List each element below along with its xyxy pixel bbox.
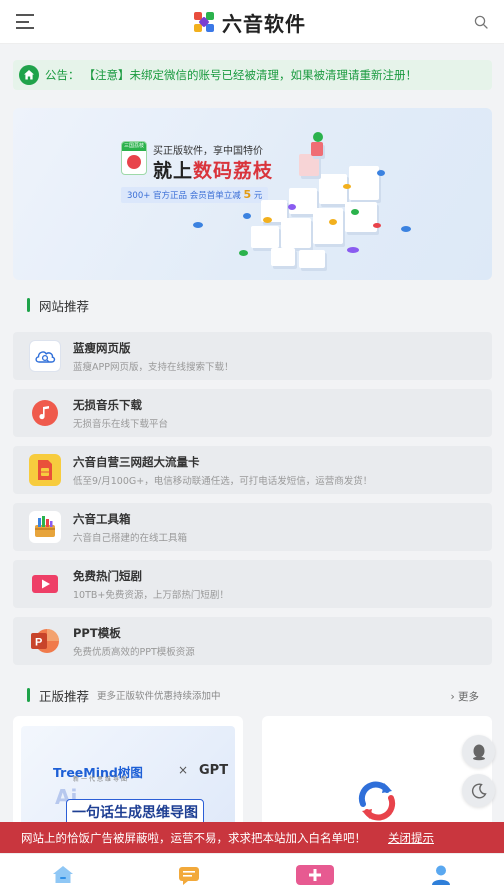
announcement-text: 【注意】未绑定微信的账号已经被清理，如果被清理请重新注册！ xyxy=(83,68,418,82)
user-icon xyxy=(432,865,450,885)
list-item[interactable]: 无损音乐下载 无损音乐在线下载平台 xyxy=(13,389,492,437)
item-title: 蓝瘦网页版 xyxy=(73,341,131,355)
toolbox-icon xyxy=(29,511,61,543)
home-icon xyxy=(53,866,73,883)
treemind-slogan: 新一代思维导图 xyxy=(73,776,130,783)
section-title: 正版推荐 xyxy=(39,688,90,704)
banner-subtitle: 买正版软件，享中国特价 xyxy=(153,146,263,157)
item-desc: 10TB+免费资源，上万部热门短剧！ xyxy=(73,590,229,601)
product-card[interactable] xyxy=(262,716,492,836)
home-icon xyxy=(19,65,39,85)
item-title: 无损音乐下载 xyxy=(73,398,142,412)
theme-toggle-button[interactable] xyxy=(462,774,495,807)
qq-icon xyxy=(472,744,485,760)
banner-headline: 就上数码荔枝 xyxy=(153,160,274,182)
list-item[interactable]: 六音工具箱 六音自己搭建的在线工具箱 xyxy=(13,503,492,551)
top-header: 六音软件 xyxy=(0,0,504,44)
list-item[interactable]: 蓝瘦网页版 蓝瘦APP网页版，支持在线搜索下载！ xyxy=(13,332,492,380)
item-title: 免费热门短剧 xyxy=(73,569,142,583)
announcement-label: 公告： xyxy=(45,68,80,82)
item-title: 六音工具箱 xyxy=(73,512,131,526)
item-title: 六音自营三网超大流量卡 xyxy=(73,455,200,469)
more-link[interactable]: › 更多 xyxy=(450,689,479,704)
nav-add[interactable] xyxy=(295,864,335,886)
announcement-bar[interactable]: 公告： 【注意】未绑定微信的账号已经被清理，如果被清理请重新注册！ xyxy=(13,60,492,90)
list-item[interactable]: P PPT模板 免费优质高效的PPT模板资源 xyxy=(13,617,492,665)
hamburger-icon[interactable] xyxy=(16,14,34,29)
nav-user[interactable] xyxy=(428,864,454,886)
add-icon xyxy=(296,865,334,885)
close-tip-link[interactable]: 关闭提示 xyxy=(388,830,434,846)
search-icon[interactable] xyxy=(474,15,488,29)
treemind-promo-image: TreeMind树图 新一代思维导图 × GPT Ai 一句话生成思维导图 xyxy=(21,726,235,836)
list-item[interactable]: 免费热门短剧 10TB+免费资源，上万部热门短剧！ xyxy=(13,560,492,608)
logo-mark-icon xyxy=(194,12,214,32)
gpt-label: GPT xyxy=(199,763,229,778)
product-card[interactable]: TreeMind树图 新一代思维导图 × GPT Ai 一句话生成思维导图 xyxy=(13,716,243,836)
item-desc: 蓝瘦APP网页版，支持在线搜索下载！ xyxy=(73,362,234,373)
adblock-message: 网站上的恰饭广告被屏蔽啦，运营不易，求求把本站加入白名单吧！ xyxy=(21,830,366,845)
item-title: PPT模板 xyxy=(73,626,121,640)
chevron-right-icon: › xyxy=(450,691,455,703)
cloud-search-icon xyxy=(29,340,61,372)
section-heading-genuine: 正版推荐 更多正版软件优惠持续添加中 xyxy=(27,687,221,704)
bottom-nav xyxy=(0,853,504,896)
lychee-app-icon: 三国荔枝 xyxy=(121,141,147,175)
nav-home[interactable] xyxy=(50,864,76,886)
music-note-icon xyxy=(29,397,61,429)
item-desc: 六音自己搭建的在线工具箱 xyxy=(73,533,188,544)
site-logo[interactable]: 六音软件 xyxy=(194,9,306,36)
powerpoint-icon: P xyxy=(29,625,61,657)
section-subtitle: 更多正版软件优惠持续添加中 xyxy=(97,691,221,702)
item-desc: 低至9/月100G+，电信移动联通任选，可打电话发短信，运营商发货！ xyxy=(73,476,373,487)
banner-tag: 300+ 官方正品 会员首单立减 5 元 xyxy=(121,187,269,203)
section-title: 网站推荐 xyxy=(39,298,90,314)
item-desc: 免费优质高效的PPT模板资源 xyxy=(73,647,195,658)
sim-card-icon xyxy=(29,454,61,486)
list-item[interactable]: 六音自营三网超大流量卡 低至9/月100G+，电信移动联通任选，可打电话发短信，… xyxy=(13,446,492,494)
nav-chat[interactable] xyxy=(176,864,202,886)
adblock-notice: 网站上的恰饭广告被屏蔽啦，运营不易，求求把本站加入白名单吧！ 关闭提示 xyxy=(0,822,504,853)
site-title: 六音软件 xyxy=(222,11,306,36)
sync-icon xyxy=(358,781,396,821)
section-heading-recommend: 网站推荐 xyxy=(27,297,90,314)
video-play-icon xyxy=(29,568,61,600)
times-sign: × xyxy=(178,763,189,777)
chat-icon xyxy=(179,867,199,885)
promo-banner[interactable]: 三国荔枝 买正版软件，享中国特价 就上数码荔枝 300+ 官方正品 会员首单立减… xyxy=(13,108,492,280)
svg-text:P: P xyxy=(35,637,42,649)
qq-button[interactable] xyxy=(462,735,495,768)
item-desc: 无损音乐在线下载平台 xyxy=(73,419,169,430)
moon-icon xyxy=(471,782,487,798)
